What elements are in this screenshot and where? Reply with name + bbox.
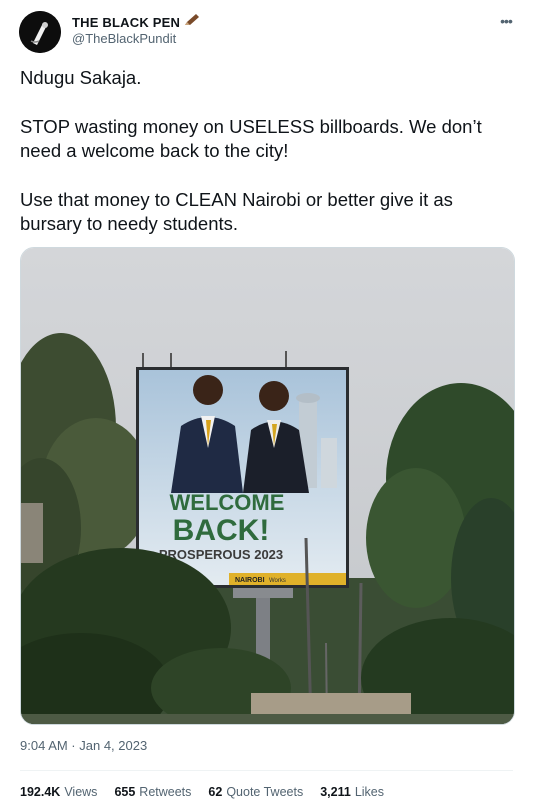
billboard-line2: BACK! [173, 514, 270, 547]
author-name-row[interactable]: THE BLACK PEN [72, 13, 200, 32]
avatar[interactable] [19, 11, 61, 53]
author-handle[interactable]: @TheBlackPundit [72, 31, 176, 46]
tweet-card: THE BLACK PEN @TheBlackPundit ••• Ndugu … [0, 0, 534, 800]
tweet-photo[interactable]: WELCOME BACK! PROSPEROUS 2023 NAIROBI Wo… [20, 247, 515, 725]
billboard-footer-small: Works [269, 578, 286, 584]
tweet-text: Ndugu Sakaja. STOP wasting money on USEL… [20, 66, 516, 261]
billboard-footer: NAIROBI [235, 577, 265, 584]
views-label: Views [64, 785, 98, 799]
views-stat[interactable]: 192.4K Views [20, 785, 97, 799]
views-count: 192.4K [20, 785, 61, 799]
pen-emoji-icon [184, 13, 200, 32]
tweet-timestamp[interactable]: 9:04 AM · Jan 4, 2023 [20, 738, 147, 753]
divider [20, 770, 513, 771]
retweets-count: 655 [114, 785, 136, 799]
quotes-label: Quote Tweets [226, 785, 304, 799]
tweet-paragraph: Ndugu Sakaja. [20, 67, 142, 88]
likes-count: 3,211 [320, 785, 351, 799]
likes-stat[interactable]: 3,211 Likes [320, 785, 384, 799]
retweets-stat[interactable]: 655 Retweets [114, 785, 191, 799]
more-icon[interactable]: ••• [494, 13, 518, 29]
retweets-label: Retweets [139, 785, 192, 799]
tweet-paragraph: Use that money to CLEAN Nairobi or bette… [20, 188, 453, 235]
billboard-line1: WELCOME [170, 490, 285, 515]
quotes-count: 62 [208, 785, 223, 799]
tweet-stats: 192.4K Views 655 Retweets 62 Quote Tweet… [20, 785, 384, 799]
likes-label: Likes [354, 785, 384, 799]
author-display-name[interactable]: THE BLACK PEN [72, 15, 180, 30]
tweet-paragraph: STOP wasting money on USELESS billboards… [20, 115, 482, 162]
quote-tweets-stat[interactable]: 62 Quote Tweets [208, 785, 303, 799]
